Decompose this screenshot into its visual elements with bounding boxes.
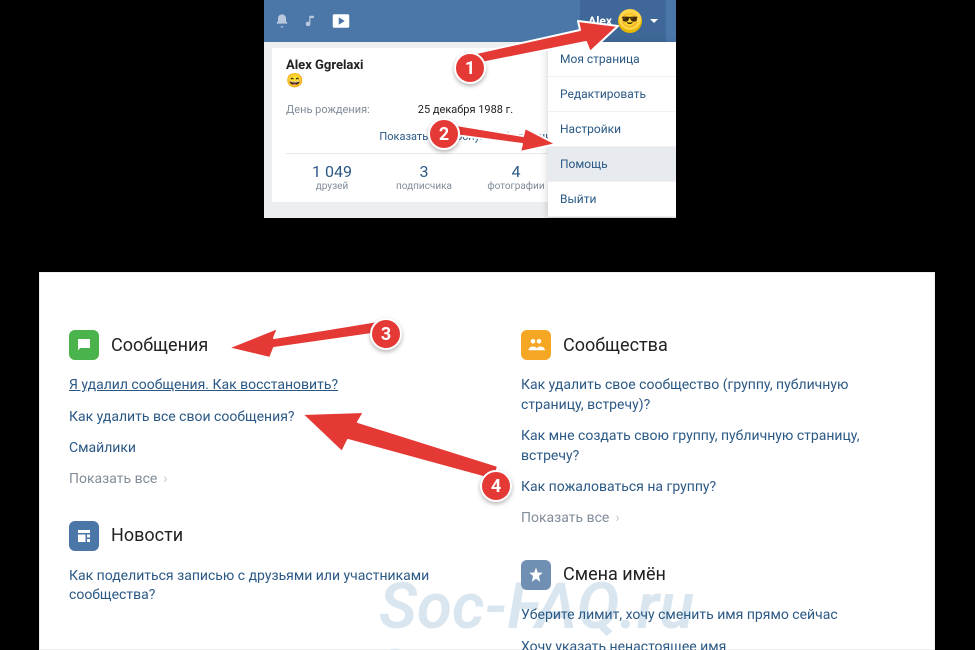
names-title: Смена имён	[563, 564, 666, 585]
news-title: Новости	[111, 525, 183, 546]
arrow-3	[226, 308, 386, 358]
play-square-icon[interactable]	[332, 12, 350, 30]
menu-edit[interactable]: Редактировать	[548, 77, 676, 112]
names-icon	[521, 560, 551, 590]
music-icon[interactable]	[304, 14, 318, 28]
col-right: Сообщества Как удалить свое сообщество (…	[521, 330, 913, 650]
communities-title: Сообщества	[563, 335, 668, 356]
com-link-create[interactable]: Как мне создать свою группу, публичную с…	[521, 427, 913, 466]
annotation-badge-3: 3	[370, 318, 402, 350]
messages-title: Сообщения	[111, 335, 208, 356]
bell-icon[interactable]	[274, 13, 290, 29]
arrow-2	[448, 114, 558, 154]
chevron-down-icon	[650, 19, 658, 23]
arrow-1	[470, 18, 620, 66]
news-icon	[69, 521, 99, 551]
msg-link-restore[interactable]: Я удалил сообщения. Как восстановить?	[69, 376, 461, 396]
news-link-share[interactable]: Как поделиться записью с друзьями или уч…	[69, 567, 461, 606]
name-link-fake[interactable]: Хочу указать ненастоящее имя	[521, 638, 913, 650]
menu-settings[interactable]: Настройки	[548, 112, 676, 147]
communities-icon	[521, 330, 551, 360]
bday-label: День рождения:	[286, 103, 370, 116]
arrow-4	[300, 406, 500, 496]
annotation-badge-4: 4	[480, 470, 512, 502]
name-link-limit[interactable]: Уберите лимит, хочу сменить имя прямо се…	[521, 606, 913, 626]
com-link-delete[interactable]: Как удалить свое сообщество (группу, пуб…	[521, 376, 913, 415]
annotation-badge-2: 2	[428, 118, 460, 150]
messages-icon	[69, 330, 99, 360]
menu-help[interactable]: Помощь	[548, 147, 676, 182]
annotation-badge-1: 1	[454, 52, 486, 84]
menu-exit[interactable]: Выйти	[548, 182, 676, 217]
stat-friends[interactable]: 1 049друзей	[286, 162, 378, 192]
avatar: 😎	[618, 9, 642, 33]
stat-subs[interactable]: 3подписчика	[378, 162, 470, 192]
com-show-all[interactable]: Показать все›	[521, 510, 913, 526]
user-dropdown: Моя страница Редактировать Настройки Пом…	[548, 42, 676, 217]
com-link-report[interactable]: Как пожаловаться на группу?	[521, 478, 913, 498]
